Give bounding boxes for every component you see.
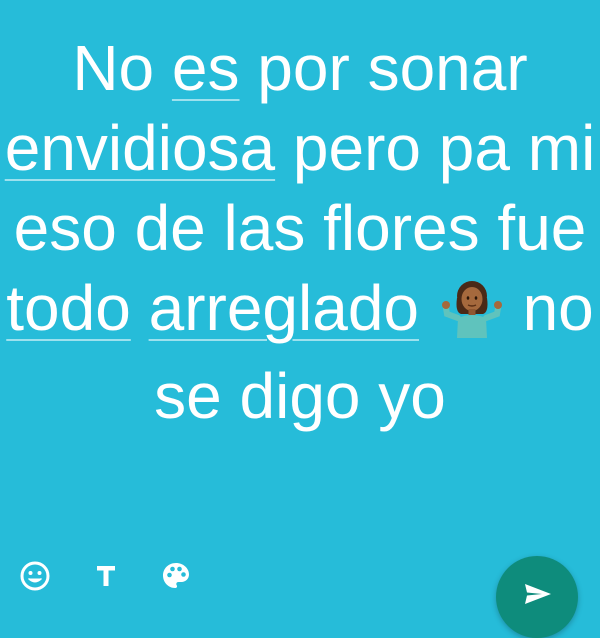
send-button[interactable] (496, 556, 578, 638)
text-style-icon[interactable] (88, 558, 124, 594)
status-text-segment: No (72, 32, 172, 104)
status-text-segment (419, 272, 437, 344)
status-text-misspelled-word: todo (6, 272, 131, 344)
status-text[interactable]: No es por sonar envidiosa pero pa mi eso… (0, 28, 600, 436)
send-icon (525, 584, 551, 604)
palette-icon[interactable] (158, 558, 194, 594)
person-shrugging-emoji (441, 280, 521, 352)
emoji-icon[interactable] (17, 558, 53, 594)
status-text-misspelled-word: envidiosa (4, 112, 276, 184)
status-text-segment: por sonar (239, 32, 528, 104)
status-text-segment (131, 272, 149, 344)
status-text-misspelled-word: es (171, 32, 240, 104)
status-text-misspelled-word: arreglado (148, 272, 419, 344)
